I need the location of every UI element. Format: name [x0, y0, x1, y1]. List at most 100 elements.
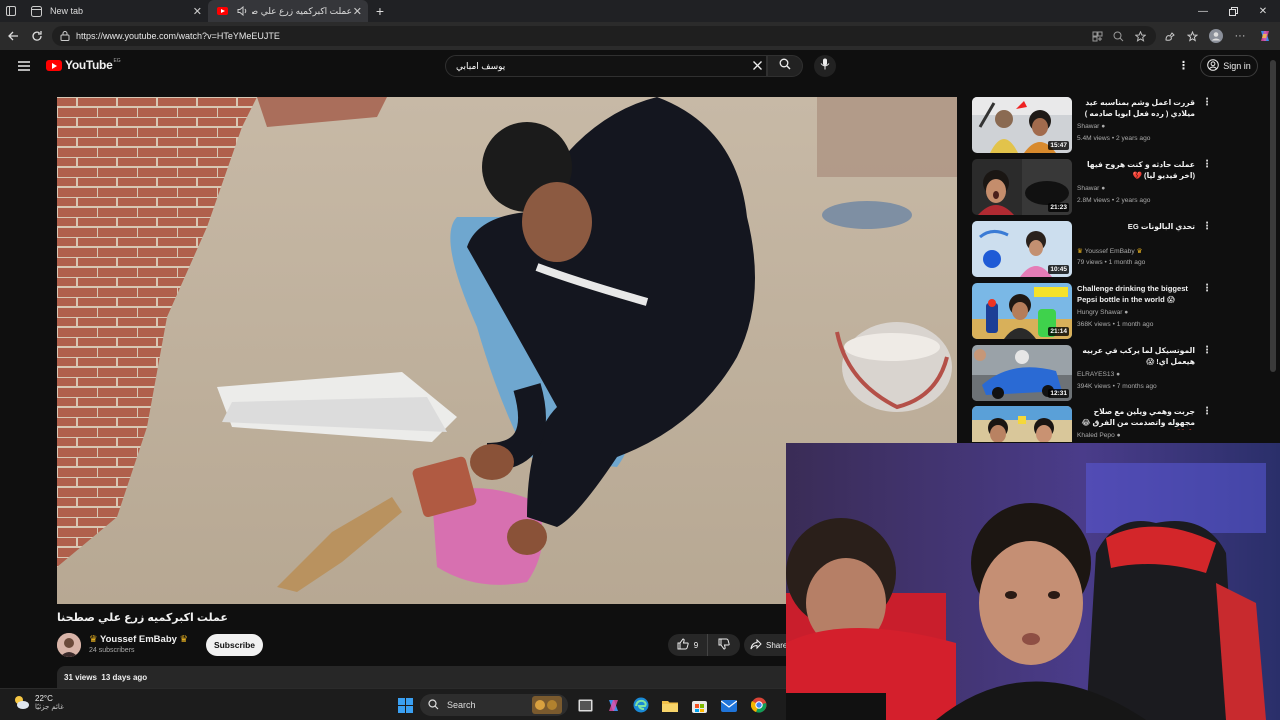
crown-emoji-icon: ♛	[89, 634, 98, 645]
video-meta: 5.4M views • 2 years ago	[1077, 135, 1151, 142]
site-info-icon[interactable]	[60, 31, 70, 43]
video-meta: 394K views • 7 months ago	[1077, 383, 1157, 390]
tab-title: New tab	[50, 6, 84, 16]
minimize-icon[interactable]: —	[1188, 0, 1218, 22]
channel-name[interactable]: ELRAYES13 ●	[1077, 371, 1120, 378]
edge-browser-icon[interactable]	[632, 696, 650, 714]
restore-icon[interactable]	[1218, 0, 1248, 22]
sign-in-label: Sign in	[1223, 61, 1251, 71]
video-meta: 368K views • 1 month ago	[1077, 321, 1154, 328]
more-actions-icon[interactable]: ⋮	[1202, 221, 1212, 232]
video-title[interactable]: جربت وهمي ويلين مع صلاح مجهوله واتصدمت م…	[1077, 406, 1195, 430]
upload-age: 2 years ago	[1115, 197, 1151, 204]
copilot-icon[interactable]	[1257, 28, 1273, 44]
channel-name[interactable]: ♛ Youssef EmBaby ♛	[1077, 247, 1142, 255]
channel-name[interactable]: Hungry Shawar ●	[1077, 309, 1128, 316]
clear-search-icon[interactable]	[752, 60, 763, 73]
close-tab-icon[interactable]: ✕	[193, 5, 202, 18]
recommended-video[interactable]: 21:23 عملت حادثه و كنت هروح فيها (اخر في…	[972, 159, 1262, 215]
task-view-icon[interactable]	[576, 696, 594, 714]
channel-label: Hungry Shawar	[1077, 309, 1123, 316]
channel-avatar[interactable]	[57, 633, 81, 657]
video-thumbnail[interactable]: 21:14	[972, 283, 1072, 339]
weather-description: غائم جزئيًا	[35, 704, 64, 711]
subscribe-button[interactable]: Subscribe	[206, 634, 263, 656]
reload-icon[interactable]	[29, 28, 45, 44]
video-duration: 10:45	[1048, 265, 1069, 274]
crown-emoji-icon: ♛	[1136, 248, 1143, 255]
more-actions-icon[interactable]: ⋮	[1202, 283, 1212, 294]
zoom-icon[interactable]	[1110, 28, 1126, 44]
video-thumbnail[interactable]: 12:31	[972, 345, 1072, 401]
recommended-video[interactable]: 10:45 تحدي البالونات EG ♛ Youssef EmBaby…	[972, 221, 1262, 277]
youtube-logo[interactable]: YouTube EG	[46, 58, 121, 72]
extensions-icon[interactable]	[1161, 28, 1177, 44]
tab-actions-icon[interactable]	[0, 0, 22, 22]
speaker-icon[interactable]	[236, 5, 248, 17]
windows-start-icon[interactable]	[396, 696, 414, 714]
voice-search-button[interactable]	[814, 55, 836, 77]
address-bar[interactable]: https://www.youtube.com/watch?v=HTeYMeEU…	[52, 26, 1156, 46]
recommended-video[interactable]: جربت وهمي ويلين مع صلاح مجهوله واتصدمت م…	[972, 406, 1262, 442]
tab-youtube-video[interactable]: عملت اكبركميه زرع علي صطح… ✕	[208, 0, 368, 22]
new-tab-plus-icon[interactable]: +	[368, 0, 392, 22]
more-actions-icon[interactable]: ⋮	[1202, 159, 1212, 170]
chrome-icon[interactable]	[750, 696, 768, 714]
video-title[interactable]: Challenge drinking the biggest Pepsi bot…	[1077, 283, 1195, 305]
channel-name[interactable]: Khaled Pepo ●	[1077, 432, 1121, 439]
video-title[interactable]: الموتسيكل لما يركب في عربيه هيعمل اي! 😱	[1077, 345, 1195, 367]
app-available-icon[interactable]	[1089, 28, 1105, 44]
search-label: Search	[447, 700, 476, 710]
collections-icon[interactable]	[1184, 28, 1200, 44]
account-circle-icon	[1207, 59, 1220, 73]
back-icon[interactable]	[5, 28, 21, 44]
more-actions-icon[interactable]: ⋮	[1202, 345, 1212, 356]
search-query: يوسف امبابي	[456, 60, 506, 71]
like-button[interactable]: 9	[668, 634, 708, 656]
webcam-overlay	[786, 443, 1280, 720]
recommended-video[interactable]: 15:47 قررت اعمل وشم بمناسبه عيد ميلادي (…	[972, 97, 1262, 153]
tab-title: عملت اكبركميه زرع علي صطح…	[252, 5, 352, 16]
dislike-button[interactable]	[708, 634, 740, 656]
sign-in-button[interactable]: Sign in	[1200, 55, 1258, 77]
video-title[interactable]: قررت اعمل وشم بمناسبه عيد ميلادي ( رده ف…	[1077, 97, 1195, 119]
tab-new-tab[interactable]: New tab ✕	[22, 0, 208, 22]
temperature: 22°C	[35, 694, 53, 703]
page-scrollbar[interactable]	[1270, 60, 1276, 372]
channel-name[interactable]: ♛ Youssef EmBaby ♛	[89, 634, 188, 645]
video-thumbnail[interactable]: 10:45	[972, 221, 1072, 277]
favorite-star-icon[interactable]	[1132, 28, 1148, 44]
search-button[interactable]	[767, 55, 803, 77]
search-input[interactable]: يوسف امبابي	[445, 55, 767, 77]
view-count: 2.8M views	[1077, 197, 1110, 204]
video-thumbnail[interactable]: 15:47	[972, 97, 1072, 153]
profile-avatar-icon[interactable]	[1208, 28, 1224, 44]
channel-name[interactable]: Shawar ●	[1077, 123, 1105, 130]
more-actions-icon[interactable]: ⋮	[1202, 97, 1212, 108]
menu-hamburger-icon[interactable]	[17, 59, 31, 77]
channel-name[interactable]: Shawar ●	[1077, 185, 1105, 192]
video-title[interactable]: تحدي البالونات EG	[1077, 221, 1195, 232]
weather-widget[interactable]: 22°C غائم جزئيًا	[12, 694, 64, 715]
video-title: عملت اكبركميه زرع علي صطحنا	[57, 612, 228, 624]
recommended-video[interactable]: 21:14 Challenge drinking the biggest Pep…	[972, 283, 1262, 339]
settings-more-icon[interactable]: ⋮	[1178, 59, 1189, 72]
close-window-icon[interactable]: ✕	[1248, 0, 1278, 22]
more-actions-icon[interactable]: ⋮	[1202, 406, 1212, 417]
view-count: 394K views	[1077, 383, 1111, 390]
video-thumbnail[interactable]: 21:23	[972, 159, 1072, 215]
logo-text: YouTube	[65, 58, 113, 72]
more-options-icon[interactable]: ···	[1232, 28, 1248, 44]
mail-icon[interactable]	[720, 696, 738, 714]
video-title[interactable]: عملت حادثه و كنت هروح فيها (اخر فيديو لي…	[1077, 159, 1195, 181]
close-tab-icon[interactable]: ✕	[353, 5, 362, 18]
taskbar-search[interactable]: Search	[420, 694, 568, 716]
video-meta: 2.8M views • 2 years ago	[1077, 197, 1151, 204]
view-count: 368K views	[1077, 321, 1111, 328]
file-explorer-icon[interactable]	[661, 696, 679, 714]
video-thumbnail[interactable]	[972, 406, 1072, 442]
microsoft-store-icon[interactable]	[690, 696, 708, 714]
copilot-taskbar-icon[interactable]	[604, 696, 622, 714]
recommended-video[interactable]: 12:31 الموتسيكل لما يركب في عربيه هيعمل …	[972, 345, 1262, 401]
channel-label: Youssef EmBaby	[1084, 248, 1135, 255]
